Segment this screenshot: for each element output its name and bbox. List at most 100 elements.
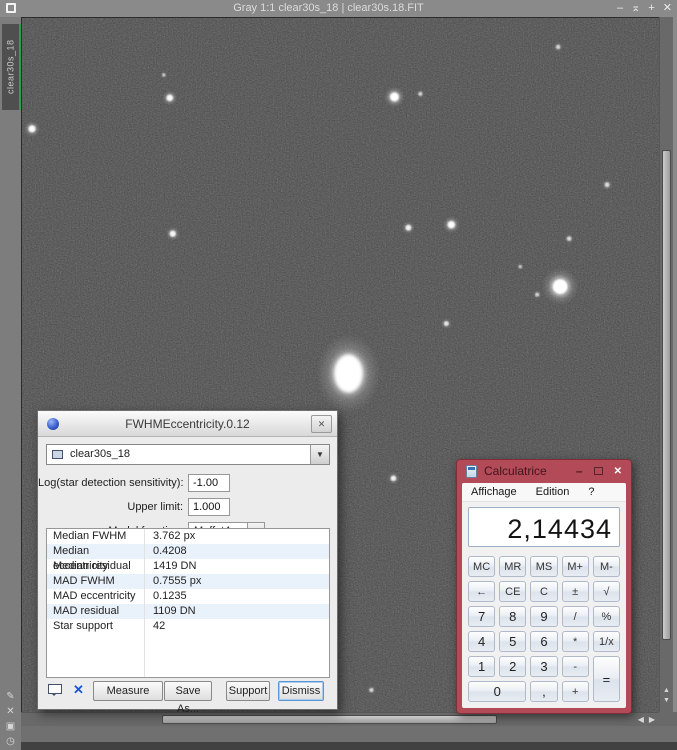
snapshot-icon[interactable]: ✕ [73, 682, 84, 698]
calc-key-8[interactable]: 8 [499, 606, 527, 627]
calculator-close-button[interactable]: ✕ [614, 466, 622, 477]
result-value: 42 [153, 620, 166, 632]
result-row: MAD eccentricity 0.1235 [47, 589, 329, 604]
result-name: MAD eccentricity [53, 590, 136, 602]
dialog-titlebar[interactable]: FWHMEccentricity.0.12 ✕ [38, 411, 337, 437]
calc-key-m-minus[interactable]: M- [592, 556, 620, 577]
calc-key-backspace[interactable]: ← [468, 581, 496, 602]
calc-key-equals[interactable]: = [592, 656, 620, 702]
result-value: 1419 DN [153, 560, 197, 572]
calc-key-c[interactable]: C [530, 581, 558, 602]
menu-item-affichage[interactable]: Affichage [471, 486, 517, 498]
result-name: MAD FWHM [53, 575, 115, 587]
results-column-divider [144, 529, 145, 677]
windows-icon[interactable]: ▣ [6, 722, 15, 732]
vertical-scrollbar[interactable]: ▲ ▼ [659, 17, 673, 712]
calc-key-6[interactable]: 6 [530, 631, 558, 652]
upper-limit-input[interactable]: 1.000 [188, 498, 230, 516]
menu-item-[interactable]: ? [588, 486, 594, 498]
image-tab[interactable]: clear30s_18 [2, 24, 19, 110]
image-window-titlebar[interactable]: Gray 1:1 clear30s_18 | clear30s.18.FIT –… [0, 0, 677, 17]
calc-key-5[interactable]: 5 [499, 631, 527, 652]
left-tab-strip: clear30s_18 ✎ ✕ ▣ ◷ [0, 17, 21, 750]
vertical-scrollbar-thumb[interactable] [662, 150, 671, 640]
scroll-up-icon[interactable]: ▲ [663, 687, 670, 694]
calculator-body: Affichage Edition? 2,14434 MC MR MS M+ M- ← CE C… [462, 483, 626, 708]
calc-key-multiply[interactable]: * [561, 631, 589, 652]
calculator-titlebar[interactable]: Calculatrice – ✕ [457, 460, 631, 483]
calc-key-sqrt[interactable]: √ [592, 581, 620, 602]
measure-button[interactable]: Measure [93, 681, 163, 701]
calc-key-reciprocal[interactable]: 1/x [592, 631, 620, 652]
calc-key-7[interactable]: 7 [468, 606, 496, 627]
calc-key-1[interactable]: 1 [468, 656, 496, 677]
calc-key-9[interactable]: 9 [530, 606, 558, 627]
result-value: 0.1235 [153, 590, 187, 602]
scroll-down-icon[interactable]: ▼ [663, 697, 670, 704]
horizontal-scroll-arrows: ◀ ▶ [638, 716, 655, 724]
calc-key-0[interactable]: 0 [468, 681, 527, 702]
result-value: 0.4208 [153, 545, 187, 557]
result-name: Median FWHM [53, 530, 127, 542]
view-selector-dropdown-icon[interactable]: ▼ [310, 445, 329, 464]
calc-key-comma[interactable]: , [530, 681, 558, 702]
dialog-close-button[interactable]: ✕ [311, 415, 332, 433]
calculator-window-controls: – ✕ [576, 462, 622, 480]
calc-key-mr[interactable]: MR [499, 556, 527, 577]
horizontal-scrollbar-thumb[interactable] [162, 715, 497, 724]
zoom-icon[interactable]: + [648, 1, 654, 16]
calc-key-negate[interactable]: ± [561, 581, 589, 602]
calc-keypad: MC MR MS M+ M- ← CE C ± √ 7 8 9/% 4 5 6 * 1/x 1 2 3- = 0, + [462, 552, 626, 708]
results-table-body: Median FWHM 3.762 px Median eccentricity 0.… [47, 529, 329, 634]
result-name: Star support [53, 620, 113, 632]
calc-key-divide[interactable]: / [561, 606, 589, 627]
result-name: Median eccentricity [53, 545, 109, 572]
calc-key-ce[interactable]: CE [499, 581, 527, 602]
result-row: Median residual 1419 DN [47, 559, 329, 574]
scroll-left-icon[interactable]: ◀ [638, 716, 644, 724]
documentation-icon[interactable] [48, 684, 62, 696]
support-button[interactable]: Support [226, 681, 270, 701]
calculator-icon [466, 465, 477, 478]
shade-icon[interactable]: ⌅ [631, 1, 640, 16]
calc-key-plus[interactable]: + [561, 681, 589, 702]
calculator-display: 2,14434 [468, 507, 620, 547]
calc-key-percent[interactable]: % [592, 606, 620, 627]
sensitivity-input[interactable]: -1.00 [188, 474, 230, 492]
dismiss-button[interactable]: Dismiss [278, 681, 324, 701]
calc-key-mc[interactable]: MC [468, 556, 496, 577]
window-controls: – ⌅ + ✕ [617, 1, 672, 16]
result-row: Star support 42 [47, 619, 329, 634]
calc-key-2[interactable]: 2 [499, 656, 527, 677]
pixinsight-process-icon [47, 418, 59, 430]
scroll-right-icon[interactable]: ▶ [649, 716, 655, 724]
fwhm-eccentricity-dialog: FWHMEccentricity.0.12 ✕ clear30s_18 ▼ Lo… [37, 410, 338, 715]
menu-item-edition[interactable]: Edition [536, 486, 570, 498]
history-icon[interactable]: ◷ [6, 737, 15, 747]
save-as-button[interactable]: Save As... [164, 681, 212, 715]
dialog-button-bar: ✕ Measure Save As... Support Dismiss [46, 681, 331, 715]
calculator-title: Calculatrice [484, 464, 547, 478]
result-value: 1109 DN [153, 605, 196, 617]
window-icon [6, 3, 16, 13]
minimize-icon[interactable]: – [617, 1, 623, 16]
result-name: MAD residual [53, 605, 120, 617]
sensitivity-row: Log(star detection sensitivity): -1.00 [38, 474, 337, 492]
calc-key-minus[interactable]: - [561, 656, 589, 677]
horizontal-scrollbar[interactable]: ◀ ▶ [21, 712, 659, 726]
results-table: Median FWHM 3.762 px Median eccentricity 0.… [46, 528, 330, 678]
calculator-maximize-button[interactable] [593, 467, 603, 475]
close-all-icon[interactable]: ✕ [6, 707, 14, 717]
close-icon[interactable]: ✕ [663, 1, 672, 16]
calc-key-4[interactable]: 4 [468, 631, 496, 652]
calculator-minimize-button[interactable]: – [576, 464, 583, 478]
calc-key-ms[interactable]: MS [530, 556, 558, 577]
calc-key-3[interactable]: 3 [530, 656, 558, 677]
calculator-menubar: Affichage Edition? [462, 483, 626, 502]
bottom-edge [21, 742, 677, 750]
edit-icon[interactable]: ✎ [6, 692, 14, 702]
dialog-title: FWHMEccentricity.0.12 [125, 417, 250, 431]
pixinsight-workspace: Gray 1:1 clear30s_18 | clear30s.18.FIT –… [0, 0, 677, 750]
view-selector[interactable]: clear30s_18 ▼ [46, 444, 330, 465]
calc-key-m-plus[interactable]: M+ [561, 556, 589, 577]
